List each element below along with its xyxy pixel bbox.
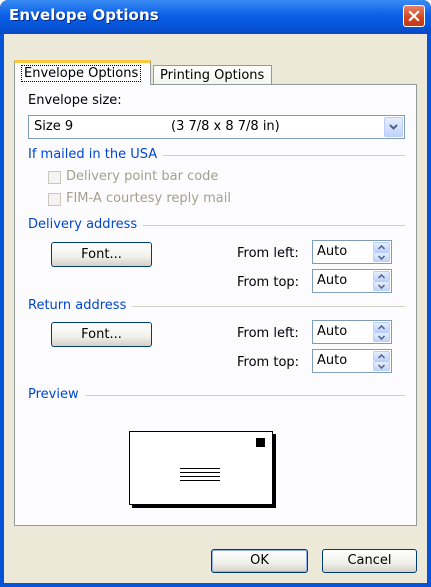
spinner-arrows (373, 271, 390, 291)
return-font-button[interactable]: Font... (51, 322, 152, 347)
envelope-size-dimensions: (3 7/8 x 8 7/8 in) (171, 119, 280, 134)
delivery-address-label: Delivery address (28, 217, 144, 232)
ok-button[interactable]: OK (211, 549, 308, 573)
delivery-font-button[interactable]: Font... (51, 242, 152, 267)
envelope-size-label: Envelope size: (28, 93, 122, 108)
address-line (180, 476, 220, 477)
tab-label: Printing Options (160, 68, 265, 83)
window-title: Envelope Options (9, 6, 159, 24)
spinner-value: Auto (317, 324, 348, 339)
return-from-top-label: From top: (237, 355, 300, 370)
chevron-up-icon (378, 324, 385, 330)
fim-a-label: FIM-A courtesy reply mail (66, 191, 231, 206)
spin-down-button[interactable] (373, 361, 390, 371)
delivery-from-top-spinner[interactable]: Auto (312, 269, 392, 293)
spinner-value: Auto (317, 353, 348, 368)
return-from-left-label: From left: (237, 326, 299, 341)
tab-printing-options[interactable]: Printing Options (153, 65, 272, 85)
spinner-value: Auto (317, 273, 348, 288)
spin-up-button[interactable] (373, 242, 390, 252)
cancel-button[interactable]: Cancel (322, 549, 417, 573)
button-label: Font... (81, 327, 122, 342)
preview-label: Preview (28, 387, 85, 402)
dialog-client: Envelope Options Printing Options Envelo… (4, 34, 427, 583)
spin-down-button[interactable] (373, 332, 390, 342)
chevron-down-icon (378, 363, 385, 369)
fim-a-checkbox[interactable] (48, 193, 61, 206)
spin-down-button[interactable] (373, 252, 390, 262)
spinner-arrows (373, 242, 390, 262)
spin-down-button[interactable] (373, 281, 390, 291)
button-label: Cancel (347, 553, 392, 568)
close-button[interactable] (403, 5, 425, 27)
chevron-up-icon (378, 244, 385, 250)
dropdown-button[interactable] (384, 117, 403, 137)
delivery-barcode-checkbox[interactable] (48, 171, 61, 184)
spin-up-button[interactable] (373, 271, 390, 281)
stamp-icon (256, 438, 265, 447)
address-line (180, 480, 220, 481)
close-icon (408, 10, 420, 22)
window-frame: Envelope Options Printing Options Envelo… (0, 34, 431, 587)
tab-label: Envelope Options (21, 65, 142, 82)
delivery-from-left-spinner[interactable]: Auto (312, 240, 392, 264)
chevron-down-icon (378, 254, 385, 260)
delivery-from-top-label: From top: (237, 275, 300, 290)
return-from-top-spinner[interactable]: Auto (312, 349, 392, 373)
delivery-barcode-label: Delivery point bar code (66, 169, 219, 184)
envelope-size-name: Size 9 (34, 119, 74, 134)
envelope-size-dropdown[interactable]: Size 9 (3 7/8 x 8 7/8 in) (28, 115, 405, 139)
spin-up-button[interactable] (373, 351, 390, 361)
envelope-options-dialog: Envelope Options Envelope Options Printi… (0, 0, 431, 587)
title-bar[interactable]: Envelope Options (0, 0, 431, 34)
envelope-preview[interactable] (129, 431, 273, 505)
address-line (180, 472, 220, 473)
spinner-arrows (373, 351, 390, 371)
chevron-up-icon (378, 273, 385, 279)
spinner-arrows (373, 322, 390, 342)
button-label: Font... (81, 247, 122, 262)
spinner-value: Auto (317, 244, 348, 259)
button-label: OK (250, 553, 269, 568)
tab-envelope-options[interactable]: Envelope Options (14, 60, 151, 85)
chevron-down-icon (378, 334, 385, 340)
spin-up-button[interactable] (373, 322, 390, 332)
delivery-from-left-label: From left: (237, 246, 299, 261)
chevron-down-icon (389, 124, 398, 130)
chevron-down-icon (378, 283, 385, 289)
address-line (180, 468, 220, 469)
return-from-left-spinner[interactable]: Auto (312, 320, 392, 344)
return-address-label: Return address (28, 298, 133, 313)
usa-group-label: If mailed in the USA (28, 147, 164, 162)
chevron-up-icon (378, 353, 385, 359)
tab-panel: Envelope size: Size 9 (3 7/8 x 8 7/8 in)… (14, 84, 417, 526)
